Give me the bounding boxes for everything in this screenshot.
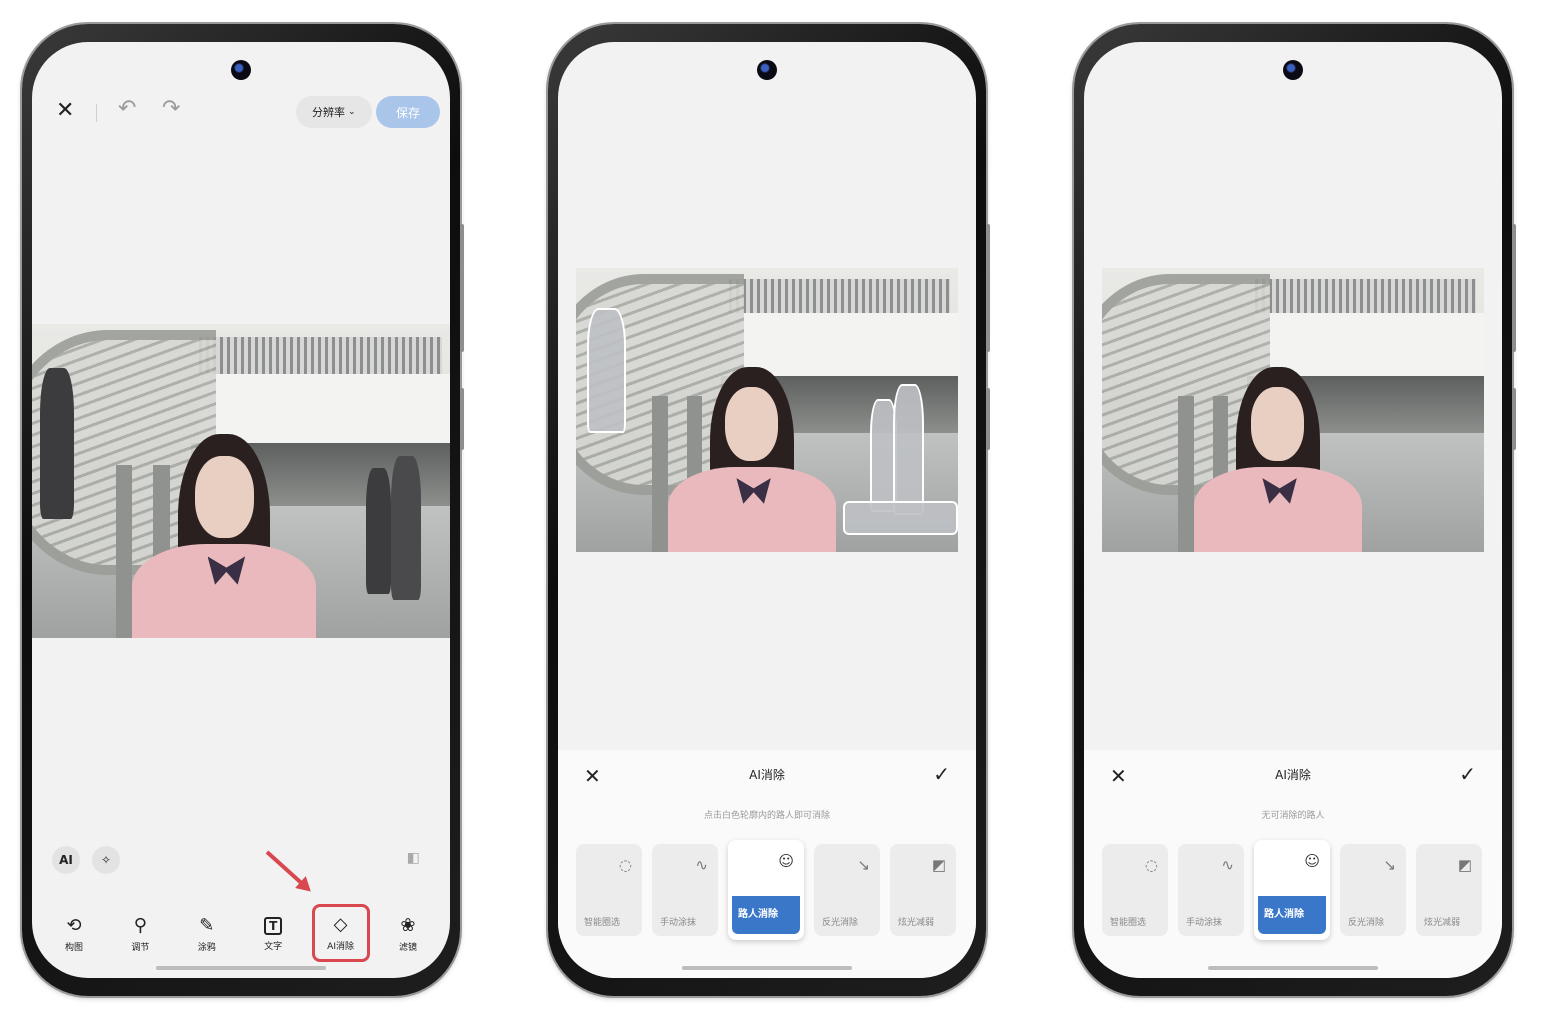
home-indicator[interactable] xyxy=(156,966,326,970)
mode-label: 智能圈选 xyxy=(1110,918,1147,928)
reflection-icon: ↘ xyxy=(1383,856,1396,874)
mode-label: 路人消除 xyxy=(738,909,778,920)
arrow-annotation xyxy=(265,850,310,891)
tool-label: AI消除 xyxy=(327,941,354,952)
passerby-outline[interactable] xyxy=(587,307,626,433)
mode-label: 反光消除 xyxy=(1348,918,1385,928)
mode-label: 反光消除 xyxy=(822,918,859,928)
resolution-label: 分辨率 xyxy=(312,106,345,119)
editor-screen: ✕ ↶ ↷ 分辨率 ⌄ 保存 AI ✧ ◧ ⟲ 构图 ⚲ 调节 ✎ 涂鸦 T 文… xyxy=(32,42,450,978)
panel-title: AI消除 xyxy=(1275,768,1311,782)
undo-icon[interactable]: ↶ xyxy=(118,98,136,120)
magic-wand-icon[interactable]: ✧ xyxy=(92,846,120,874)
mode-glare[interactable]: ◩ 炫光减弱 xyxy=(1416,844,1482,936)
checkmark-icon[interactable]: ✓ xyxy=(1459,762,1476,786)
tool-label: 构图 xyxy=(64,942,83,953)
divider xyxy=(96,104,97,122)
glare-icon: ◩ xyxy=(931,856,946,874)
mode-label: 炫光减弱 xyxy=(1424,918,1461,928)
resolution-dropdown[interactable]: 分辨率 ⌄ xyxy=(296,96,372,128)
save-button[interactable]: 保存 xyxy=(376,96,440,128)
compare-icon[interactable]: ◧ xyxy=(407,850,420,866)
mode-selector: ◌ 智能圈选 ∿ 手动涂抹 ☺ 路人消除 ↘ 反光消除 ◩ 炫光减弱 xyxy=(1102,840,1494,940)
phone-ai-erase-done: ✕ AI消除 ✓ 无可消除的路人 ◌ 智能圈选 ∿ 手动涂抹 ☺ 路人消除 ↘ … xyxy=(1074,24,1516,996)
photo-canvas[interactable] xyxy=(576,268,958,552)
redo-icon[interactable]: ↷ xyxy=(162,98,180,120)
crop-rotate-icon: ⟲ xyxy=(66,914,82,936)
tool-compose[interactable]: ⟲ 构图 xyxy=(46,908,102,960)
brush-stroke-icon: ∿ xyxy=(1221,856,1234,874)
passerby-icon: ☺ xyxy=(778,852,794,870)
tool-adjust[interactable]: ⚲ 调节 xyxy=(112,908,168,960)
tool-label: 文字 xyxy=(264,941,283,952)
hint-text: 无可消除的路人 xyxy=(1261,811,1325,821)
mode-label: 路人消除 xyxy=(1264,909,1304,920)
photo-canvas[interactable] xyxy=(1102,268,1484,552)
front-camera xyxy=(1283,60,1303,80)
tool-text[interactable]: T 文字 xyxy=(245,908,301,960)
tool-label: 涂鸦 xyxy=(197,942,216,953)
ai-erase-screen: ✕ AI消除 ✓ 点击白色轮廓内的路人即可消除 ◌ 智能圈选 ∿ 手动涂抹 ☺ … xyxy=(558,42,976,978)
editor-toolbar: ⟲ 构图 ⚲ 调节 ✎ 涂鸦 T 文字 ◇ AI消除 ❀ 滤镜 xyxy=(46,904,436,962)
panel-title: AI消除 xyxy=(749,768,785,782)
ai-lasso-icon: ◌ xyxy=(1144,856,1158,874)
mode-manual-brush[interactable]: ∿ 手动涂抹 xyxy=(1178,844,1244,936)
ai-erase-panel: ✕ AI消除 ✓ 点击白色轮廓内的路人即可消除 ◌ 智能圈选 ∿ 手动涂抹 ☺ … xyxy=(558,750,976,978)
eraser-icon: ◇ xyxy=(333,913,348,935)
passerby xyxy=(40,367,74,519)
mode-smart-select[interactable]: ◌ 智能圈选 xyxy=(576,844,642,936)
sliders-icon: ⚲ xyxy=(133,914,147,936)
mode-glare[interactable]: ◩ 炫光减弱 xyxy=(890,844,956,936)
mode-reflection[interactable]: ↘ 反光消除 xyxy=(814,844,880,936)
passerby-icon: ☺ xyxy=(1304,852,1320,870)
chevron-down-icon: ⌄ xyxy=(348,107,356,117)
passerby xyxy=(366,468,392,595)
brush-stroke-icon: ∿ xyxy=(695,856,708,874)
front-camera xyxy=(231,60,251,80)
text-box-icon: T xyxy=(264,916,283,935)
passerby-outline[interactable] xyxy=(893,384,924,516)
mode-label: 炫光减弱 xyxy=(898,918,935,928)
passerby xyxy=(391,455,421,601)
hint-text: 点击白色轮廓内的路人即可消除 xyxy=(703,811,830,821)
filter-circles-icon: ❀ xyxy=(400,914,416,936)
phone-editor: ✕ ↶ ↷ 分辨率 ⌄ 保存 AI ✧ ◧ ⟲ 构图 ⚲ 调节 ✎ 涂鸦 T 文… xyxy=(22,24,464,996)
mode-label: 智能圈选 xyxy=(584,918,621,928)
ai-lasso-icon: ◌ xyxy=(618,856,632,874)
phone-ai-erase: ✕ AI消除 ✓ 点击白色轮廓内的路人即可消除 ◌ 智能圈选 ∿ 手动涂抹 ☺ … xyxy=(548,24,990,996)
mode-passerby[interactable]: ☺ 路人消除 xyxy=(1254,840,1330,940)
photo-canvas[interactable] xyxy=(32,324,450,638)
glare-icon: ◩ xyxy=(1457,856,1472,874)
home-indicator[interactable] xyxy=(1208,966,1378,970)
reflection-icon: ↘ xyxy=(857,856,870,874)
mode-label: 手动涂抹 xyxy=(1186,918,1223,928)
home-indicator[interactable] xyxy=(682,966,852,970)
ai-erase-done-screen: ✕ AI消除 ✓ 无可消除的路人 ◌ 智能圈选 ∿ 手动涂抹 ☺ 路人消除 ↘ … xyxy=(1084,42,1502,978)
mode-passerby[interactable]: ☺ 路人消除 xyxy=(728,840,804,940)
front-camera xyxy=(757,60,777,80)
mode-label: 手动涂抹 xyxy=(660,918,697,928)
tool-label: 滤镜 xyxy=(398,942,417,953)
ai-erase-panel: ✕ AI消除 ✓ 无可消除的路人 ◌ 智能圈选 ∿ 手动涂抹 ☺ 路人消除 ↘ … xyxy=(1084,750,1502,978)
ai-chip[interactable]: AI xyxy=(52,846,80,874)
tool-doodle[interactable]: ✎ 涂鸦 xyxy=(179,908,235,960)
mode-smart-select[interactable]: ◌ 智能圈选 xyxy=(1102,844,1168,936)
tool-filter[interactable]: ❀ 滤镜 xyxy=(380,908,436,960)
reflection-outline[interactable] xyxy=(843,500,958,535)
mode-reflection[interactable]: ↘ 反光消除 xyxy=(1340,844,1406,936)
tool-ai-erase[interactable]: ◇ AI消除 xyxy=(311,904,370,962)
mode-manual-brush[interactable]: ∿ 手动涂抹 xyxy=(652,844,718,936)
checkmark-icon[interactable]: ✓ xyxy=(933,762,950,786)
mode-selector: ◌ 智能圈选 ∿ 手动涂抹 ☺ 路人消除 ↘ 反光消除 ◩ 炫光减弱 xyxy=(576,840,968,940)
tool-label: 调节 xyxy=(131,942,150,953)
pen-icon: ✎ xyxy=(199,914,215,936)
close-icon[interactable]: ✕ xyxy=(56,100,74,122)
